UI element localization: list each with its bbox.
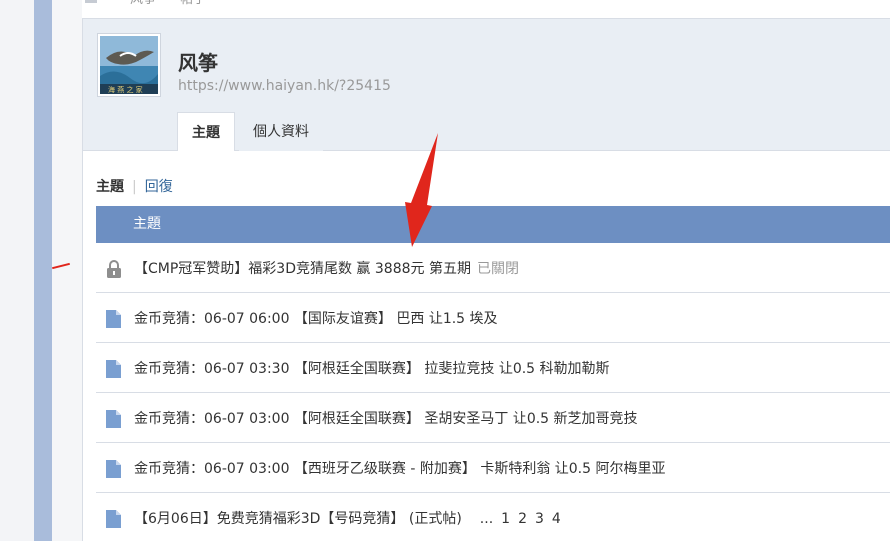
breadcrumb-user-link[interactable]: 风筝	[130, 0, 156, 7]
table-header: 主題	[96, 206, 890, 243]
svg-text:海 燕 之 家: 海 燕 之 家	[108, 85, 143, 94]
subtab-bar: 主題 | 回復	[96, 176, 173, 196]
page-link-2[interactable]: 2	[518, 511, 527, 527]
document-icon	[106, 460, 121, 482]
thread-pagination: ... 1 2 3 4	[472, 511, 561, 527]
document-icon	[106, 360, 121, 382]
tab-topics[interactable]: 主題	[177, 112, 235, 152]
thread-title-link[interactable]: 【CMP冠军赞助】福彩3D竞猜尾数 赢 3888元 第五期	[134, 261, 471, 277]
table-row[interactable]: 【CMP冠军赞助】福彩3D竞猜尾数 赢 3888元 第五期 已關閉	[96, 243, 890, 293]
breadcrumb-current: 帖子	[180, 0, 206, 7]
table-row[interactable]: 金币竞猜：06-07 06:00 【国际友谊赛】 巴西 让1.5 埃及	[96, 293, 890, 343]
pagination-ellipsis: ...	[479, 511, 494, 527]
tab-profile-info[interactable]: 個人資料	[239, 112, 323, 152]
lock-icon	[106, 260, 122, 282]
avatar[interactable]: 海 燕 之 家	[97, 33, 161, 97]
document-icon	[106, 410, 121, 432]
page-link-1[interactable]: 1	[501, 511, 510, 527]
left-gutter	[52, 0, 82, 541]
table-row[interactable]: 金币竞猜：06-07 03:00 【阿根廷全国联赛】 圣胡安圣马丁 让0.5 新…	[96, 393, 890, 443]
subtab-separator: |	[132, 179, 137, 195]
subtab-topics[interactable]: 主題	[96, 179, 124, 195]
thread-title-link[interactable]: 金币竞猜：06-07 06:00 【国际友谊赛】 巴西 让1.5 埃及	[134, 308, 498, 328]
profile-username: 风筝	[178, 51, 218, 75]
page-link-4[interactable]: 4	[552, 511, 561, 527]
table-row[interactable]: 金币竞猜：06-07 03:00 【西班牙乙级联赛 - 附加赛】 卡斯特利翁 让…	[96, 443, 890, 493]
breadcrumb: › 风筝 › 帖子	[82, 0, 890, 7]
profile-url[interactable]: https://www.haiyan.hk/?25415	[178, 78, 391, 94]
table-row[interactable]: 金币竞猜：06-07 03:30 【阿根廷全国联赛】 拉斐拉竞技 让0.5 科勒…	[96, 343, 890, 393]
subtab-replies[interactable]: 回復	[145, 179, 173, 195]
thread-list-panel: 主題 | 回復 主題 【CMP冠军赞助】福彩3D竞猜尾数 赢 3888元 第五期 已關…	[82, 151, 890, 541]
document-icon	[106, 310, 121, 332]
home-icon[interactable]	[85, 0, 97, 3]
avatar-image: 海 燕 之 家	[100, 36, 158, 94]
thread-title-link[interactable]: 金币竞猜：06-07 03:00 【阿根廷全国联赛】 圣胡安圣马丁 让0.5 新…	[134, 408, 638, 428]
left-sidebar-bar	[34, 0, 52, 541]
thread-title-link[interactable]: 【6月06日】免费竞猜福彩3D【号码竞猜】 (正式帖)	[134, 511, 462, 527]
breadcrumb-separator: ›	[112, 0, 117, 3]
breadcrumb-separator: ›	[162, 0, 167, 3]
thread-title-link[interactable]: 金币竞猜：06-07 03:30 【阿根廷全国联赛】 拉斐拉竞技 让0.5 科勒…	[134, 358, 610, 378]
table-row[interactable]: 【6月06日】免费竞猜福彩3D【号码竞猜】 (正式帖)... 1 2 3 4	[96, 493, 890, 541]
document-icon	[106, 510, 121, 532]
page-left-margin	[0, 0, 34, 541]
profile-header: 海 燕 之 家 风筝 https://www.haiyan.hk/?25415 …	[82, 18, 890, 152]
page-link-3[interactable]: 3	[535, 511, 544, 527]
thread-title-link[interactable]: 金币竞猜：06-07 03:00 【西班牙乙级联赛 - 附加赛】 卡斯特利翁 让…	[134, 458, 666, 478]
thread-closed-status: 已關閉	[476, 261, 519, 277]
